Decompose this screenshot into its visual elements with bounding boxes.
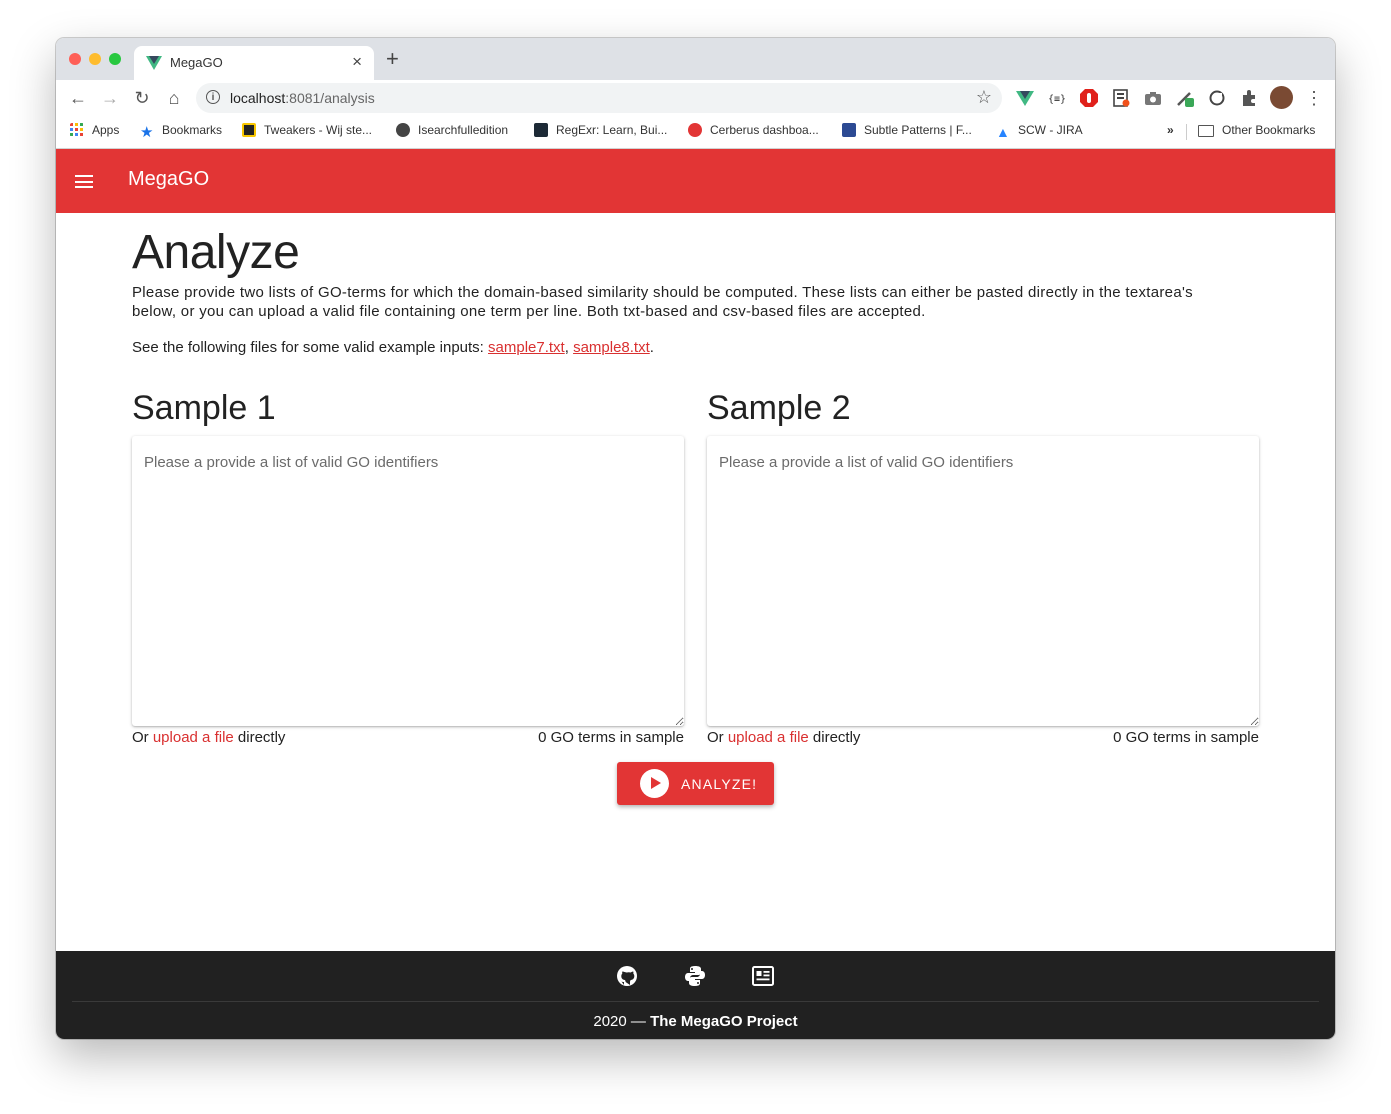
bookmark-label: Isearchfulledition: [418, 123, 509, 137]
page-title: Analyze: [132, 226, 300, 279]
examples-prefix: See the following files for some valid e…: [132, 339, 489, 356]
bookmarks-overflow-button[interactable]: »: [1167, 123, 1174, 137]
footer-year: 2020 —: [593, 1013, 651, 1030]
url-host: localhost: [230, 90, 286, 106]
bookmark-label: Cerberus dashboa...: [710, 123, 819, 137]
site-info-icon[interactable]: i: [206, 90, 220, 104]
app-bar: MegaGO: [56, 149, 1335, 213]
article-icon[interactable]: [752, 965, 774, 987]
address-bar[interactable]: i localhost:8081/analysis ☆: [196, 83, 1002, 113]
bookmark-label: Apps: [92, 123, 120, 137]
play-circle-icon: [640, 769, 669, 798]
sample-1-textarea[interactable]: [132, 436, 684, 726]
bookmark-tweakers[interactable]: Tweakers - Wij ste...: [242, 123, 372, 137]
globe-icon: [396, 123, 410, 137]
folder-icon: [1198, 125, 1214, 137]
bookmark-label: Bookmarks: [162, 123, 223, 137]
adblock-icon[interactable]: [1080, 89, 1098, 107]
app-title: MegaGO: [128, 168, 210, 190]
footer-divider: [72, 1001, 1319, 1002]
upload-prefix: Or: [707, 729, 728, 746]
jira-icon: ▲: [996, 124, 1010, 140]
upload-suffix: directly: [233, 729, 286, 746]
upload-prefix: Or: [132, 729, 153, 746]
bookmarks-divider: [1186, 124, 1187, 140]
bookmark-apps[interactable]: Apps: [70, 123, 119, 137]
sample-2-term-count: 0 GO terms in sample: [1113, 729, 1259, 746]
bookmark-cerberus[interactable]: Cerberus dashboa...: [688, 123, 819, 137]
browser-window: MegaGO × + ← → ↻ ⌂ i localhost:8081/anal…: [56, 38, 1335, 1039]
home-button[interactable]: ⌂: [164, 88, 184, 108]
browser-tab[interactable]: MegaGO ×: [134, 46, 374, 80]
tweakers-icon: [242, 123, 256, 137]
browser-menu-icon[interactable]: ⋮: [1304, 88, 1324, 108]
analyze-button-label: ANALYZE!: [681, 776, 758, 792]
sample-2-textarea[interactable]: [707, 436, 1259, 726]
forward-button[interactable]: →: [100, 88, 120, 108]
json-viewer-icon[interactable]: {≡}: [1048, 89, 1066, 107]
new-tab-button[interactable]: +: [386, 48, 399, 70]
sample-1-upload-line: Or upload a file directly: [132, 729, 285, 746]
camera-icon[interactable]: [1144, 89, 1162, 107]
bookmark-label: Subtle Patterns | F...: [864, 123, 972, 137]
browser-toolbar: ← → ↻ ⌂ i localhost:8081/analysis ☆ {≡} …: [56, 80, 1335, 116]
examples-suffix: .: [649, 339, 654, 356]
bookmark-isearch[interactable]: Isearchfulledition: [396, 123, 508, 137]
close-window-button[interactable]: [69, 53, 81, 65]
bookmark-regexr[interactable]: RegExr: Learn, Bui...: [534, 123, 667, 137]
other-bookmarks-label: Other Bookmarks: [1222, 123, 1316, 137]
color-picker-icon[interactable]: [1176, 89, 1194, 107]
maximize-window-button[interactable]: [109, 53, 121, 65]
bookmark-bookmarks[interactable]: ★ Bookmarks: [140, 123, 222, 140]
bookmark-jira[interactable]: ▲ SCW - JIRA: [996, 123, 1083, 139]
upload-suffix: directly: [808, 729, 861, 746]
svg-text:{≡}: {≡}: [1048, 94, 1066, 105]
bookmark-label: SCW - JIRA: [1018, 123, 1083, 137]
star-icon: ★: [140, 124, 154, 141]
example-file-link-2[interactable]: sample8.txt: [573, 339, 650, 356]
url-path: :8081/analysis: [285, 90, 375, 106]
cerberus-icon: [688, 123, 702, 137]
bookmark-subtle-patterns[interactable]: Subtle Patterns | F...: [842, 123, 972, 137]
analyze-button[interactable]: ANALYZE!: [617, 762, 774, 805]
close-tab-icon[interactable]: ×: [352, 52, 362, 72]
extensions-puzzle-icon[interactable]: [1240, 89, 1258, 107]
example-files-line: See the following files for some valid e…: [132, 339, 654, 356]
bookmark-label: RegExr: Learn, Bui...: [556, 123, 668, 137]
footer-project-name: The MegaGO Project: [650, 1013, 798, 1030]
bookmark-star-icon[interactable]: ☆: [976, 87, 992, 108]
tab-strip: MegaGO × +: [56, 38, 1335, 80]
page-description: Please provide two lists of GO-terms for…: [132, 284, 1193, 320]
apps-grid-icon: [70, 123, 83, 136]
regexr-icon: [534, 123, 548, 137]
examples-separator: ,: [564, 339, 574, 356]
bookmark-label: Tweakers - Wij ste...: [264, 123, 373, 137]
bookmarks-bar: Apps ★ Bookmarks Tweakers - Wij ste... Is…: [56, 116, 1335, 149]
profile-avatar[interactable]: [1270, 86, 1293, 109]
reader-extension-icon[interactable]: [1112, 89, 1130, 107]
python-icon[interactable]: [684, 965, 706, 987]
tab-title: MegaGO: [170, 55, 223, 70]
sample-1-upload-link[interactable]: upload a file: [153, 729, 234, 746]
sample-1-term-count: 0 GO terms in sample: [538, 729, 684, 746]
footer: 2020 — The MegaGO Project: [56, 951, 1335, 1039]
github-icon[interactable]: [616, 965, 638, 987]
hamburger-menu-icon[interactable]: [75, 175, 93, 188]
reload-button[interactable]: ↻: [132, 88, 152, 108]
example-file-link-1[interactable]: sample7.txt: [488, 339, 565, 356]
sample-2-upload-line: Or upload a file directly: [707, 729, 860, 746]
url-text: localhost:8081/analysis: [230, 90, 375, 106]
main-content: Analyze Please provide two lists of GO-t…: [56, 213, 1335, 951]
sync-extension-icon[interactable]: [1208, 89, 1226, 107]
sample-2-upload-link[interactable]: upload a file: [728, 729, 809, 746]
subtle-patterns-icon: [842, 123, 856, 137]
footer-copyright: 2020 — The MegaGO Project: [56, 1013, 1335, 1030]
vue-devtools-icon[interactable]: [1016, 89, 1034, 107]
vue-favicon-icon: [146, 56, 162, 70]
other-bookmarks-folder[interactable]: Other Bookmarks: [1198, 123, 1315, 137]
sample-2-heading: Sample 2: [707, 389, 851, 427]
minimize-window-button[interactable]: [89, 53, 101, 65]
sample-1-heading: Sample 1: [132, 389, 276, 427]
back-button[interactable]: ←: [68, 88, 88, 108]
